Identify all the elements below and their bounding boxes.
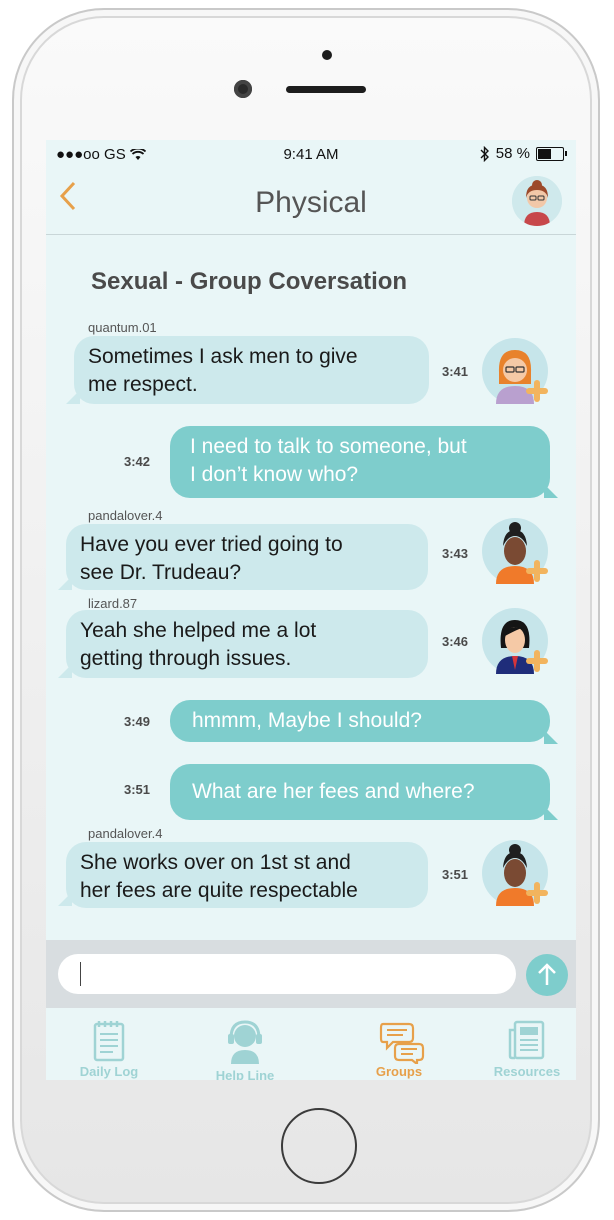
send-button[interactable] xyxy=(526,954,568,996)
message-bubble[interactable]: Yeah she helped me a lot getting through… xyxy=(66,610,428,678)
message-timestamp: 3:43 xyxy=(442,546,469,561)
arrow-up-icon xyxy=(538,963,556,985)
message-username: pandalover.4 xyxy=(88,826,163,841)
app-screen: ●●●oo GS 9:41 AM 58 % Physical Sexual - … xyxy=(46,140,576,1080)
chat-bubbles-icon xyxy=(379,1022,425,1064)
headset-icon xyxy=(228,1020,262,1064)
message-timestamp: 3:42 xyxy=(124,454,151,469)
front-camera xyxy=(234,80,252,98)
earpiece-speaker xyxy=(286,86,366,93)
message-timestamp: 3:51 xyxy=(442,867,469,882)
message-timestamp: 3:49 xyxy=(124,714,151,729)
text-cursor xyxy=(80,962,81,986)
message-text: Sometimes I ask men to give xyxy=(88,345,358,368)
bubble-tail xyxy=(544,484,558,498)
status-bar: ●●●oo GS 9:41 AM 58 % xyxy=(46,140,576,168)
profile-avatar[interactable] xyxy=(512,176,562,226)
message-bubble[interactable]: She works over on 1st st and her fees ar… xyxy=(66,842,428,908)
user-avatar-icon[interactable] xyxy=(482,840,548,906)
bubble-tail xyxy=(544,730,558,744)
user-avatar-icon[interactable] xyxy=(482,518,548,584)
battery-percent: 58 % xyxy=(495,145,530,162)
user-avatar-icon[interactable] xyxy=(482,338,548,404)
composer-bar xyxy=(46,940,576,1008)
message-bubble[interactable]: Sometimes I ask men to give me respect. xyxy=(74,336,429,404)
message-bubble[interactable]: What are her fees and where? xyxy=(170,764,550,820)
tab-help-line[interactable]: Help Line xyxy=(190,1012,300,1080)
message-text: me respect. xyxy=(88,373,198,396)
message-text: She works over on 1st st and xyxy=(80,851,351,874)
tab-label: Daily Log xyxy=(79,1064,139,1079)
user-avatar-icon[interactable] xyxy=(482,608,548,674)
tab-label: Resources xyxy=(493,1064,561,1079)
message-text: her fees are quite respectable xyxy=(80,879,358,902)
message-timestamp: 3:51 xyxy=(124,782,151,797)
notepad-icon xyxy=(93,1021,125,1062)
message-text: getting through issues. xyxy=(80,647,292,670)
tab-daily-log[interactable]: Daily Log xyxy=(54,1012,164,1080)
message-username: pandalover.4 xyxy=(88,508,163,523)
tab-label: Help Line xyxy=(215,1068,275,1080)
message-timestamp: 3:41 xyxy=(442,364,469,379)
battery-fill xyxy=(538,148,551,159)
message-text: Have you ever tried going to xyxy=(80,533,343,556)
message-text: I don’t know who? xyxy=(190,463,359,486)
newspaper-icon xyxy=(508,1020,545,1060)
message-bubble[interactable]: Have you ever tried going to see Dr. Tru… xyxy=(66,524,428,590)
message-text: What are her fees and where? xyxy=(192,780,475,803)
message-username: quantum.01 xyxy=(88,320,157,335)
nav-bar: Physical xyxy=(46,168,576,235)
message-text: hmmm, Maybe I should? xyxy=(192,709,422,732)
message-username: lizard.87 xyxy=(88,596,138,611)
message-text: I need to talk to someone, but xyxy=(190,435,467,458)
home-button[interactable] xyxy=(281,1108,357,1184)
tab-bar: Daily Log Help Line Groups Resources xyxy=(46,1008,576,1080)
message-bubble[interactable]: I need to talk to someone, but I don’t k… xyxy=(170,426,550,498)
bluetooth-icon xyxy=(480,145,489,162)
message-text: Yeah she helped me a lot xyxy=(80,619,317,642)
tab-groups[interactable]: Groups xyxy=(344,1012,454,1080)
battery-icon xyxy=(536,146,567,161)
tab-label: Groups xyxy=(375,1064,423,1079)
message-bubble[interactable]: hmmm, Maybe I should? xyxy=(170,700,550,742)
bubble-tail xyxy=(544,806,558,820)
page-title: Physical xyxy=(255,186,367,219)
message-timestamp: 3:46 xyxy=(442,634,469,649)
message-text: see Dr. Trudeau? xyxy=(80,561,242,584)
message-input[interactable] xyxy=(58,954,516,994)
conversation-title: Sexual - Group Coversation xyxy=(91,268,408,295)
tab-resources[interactable]: Resources xyxy=(472,1012,576,1080)
front-sensor xyxy=(322,50,332,60)
